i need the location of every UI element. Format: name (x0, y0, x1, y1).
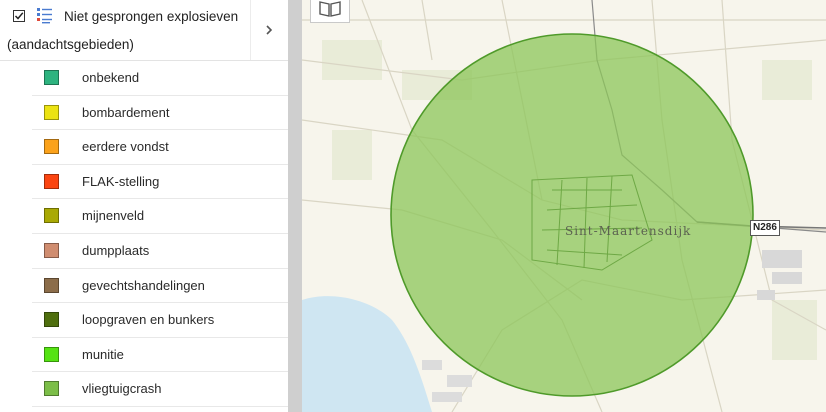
legend-list-icon (36, 7, 54, 30)
legend-swatch (44, 139, 59, 155)
legend-label: FLAK-stelling (82, 173, 160, 189)
map-view[interactable]: Sint-Maartensdijk N286 (302, 0, 826, 412)
legend-swatch (44, 346, 59, 362)
open-book-button[interactable] (310, 0, 350, 23)
place-label: Sint-Maartensdijk (565, 224, 692, 238)
road-label: N286 (750, 220, 780, 236)
legend-swatch (44, 277, 59, 293)
legend-panel: Niet gesprongen explosieven (aandachtsge… (0, 0, 288, 412)
legend-item: munitie (32, 338, 288, 373)
layer-title: Niet gesprongen explosieven (64, 9, 239, 24)
legend-item: bombardement (32, 96, 288, 131)
expand-layer-button[interactable] (250, 0, 287, 60)
layer-header[interactable]: Niet gesprongen explosieven (aandachtsge… (0, 0, 288, 61)
legend-swatch (44, 312, 59, 328)
water-body (302, 296, 432, 412)
legend-swatch (44, 381, 59, 397)
legend-label: loopgraven en bunkers (82, 312, 215, 328)
chevron-right-icon (266, 25, 273, 35)
legend-label: munitie (82, 346, 124, 362)
legend-list: onbekend bombardement eerdere vondst FLAK-s… (0, 61, 288, 407)
legend-item: loopgraven en bunkers (32, 303, 288, 338)
legend-label: onbekend (82, 70, 140, 85)
legend-label: bombardement (82, 104, 170, 120)
book-icon (319, 1, 341, 17)
legend-swatch (44, 173, 59, 189)
legend-label: dumpplaats (82, 242, 150, 258)
legend-swatch (44, 104, 59, 120)
layer-visibility-checkbox[interactable] (13, 10, 25, 22)
attention-area-circle (390, 33, 754, 397)
legend-label: eerdere vondst (82, 139, 169, 155)
panel-scrollbar[interactable] (288, 0, 302, 412)
legend-item: gevechtshandelingen (32, 269, 288, 304)
legend-item: dumpplaats (32, 234, 288, 269)
legend-label: vliegtuigcrash (82, 381, 162, 397)
legend-item: eerdere vondst (32, 130, 288, 165)
legend-item: onbekend (32, 61, 288, 96)
legend-label: mijnenveld (82, 208, 145, 224)
checkmark-icon (14, 12, 24, 20)
legend-item: FLAK-stelling (32, 165, 288, 200)
legend-item: vliegtuigcrash (32, 372, 288, 407)
legend-swatch (44, 242, 59, 258)
basemap (302, 0, 826, 412)
legend-swatch (44, 208, 59, 224)
layer-subtitle: (aandachtsgebieden) (7, 37, 134, 52)
legend-swatch (44, 70, 59, 85)
legend-item: mijnenveld (32, 199, 288, 234)
legend-label: gevechtshandelingen (82, 277, 205, 293)
